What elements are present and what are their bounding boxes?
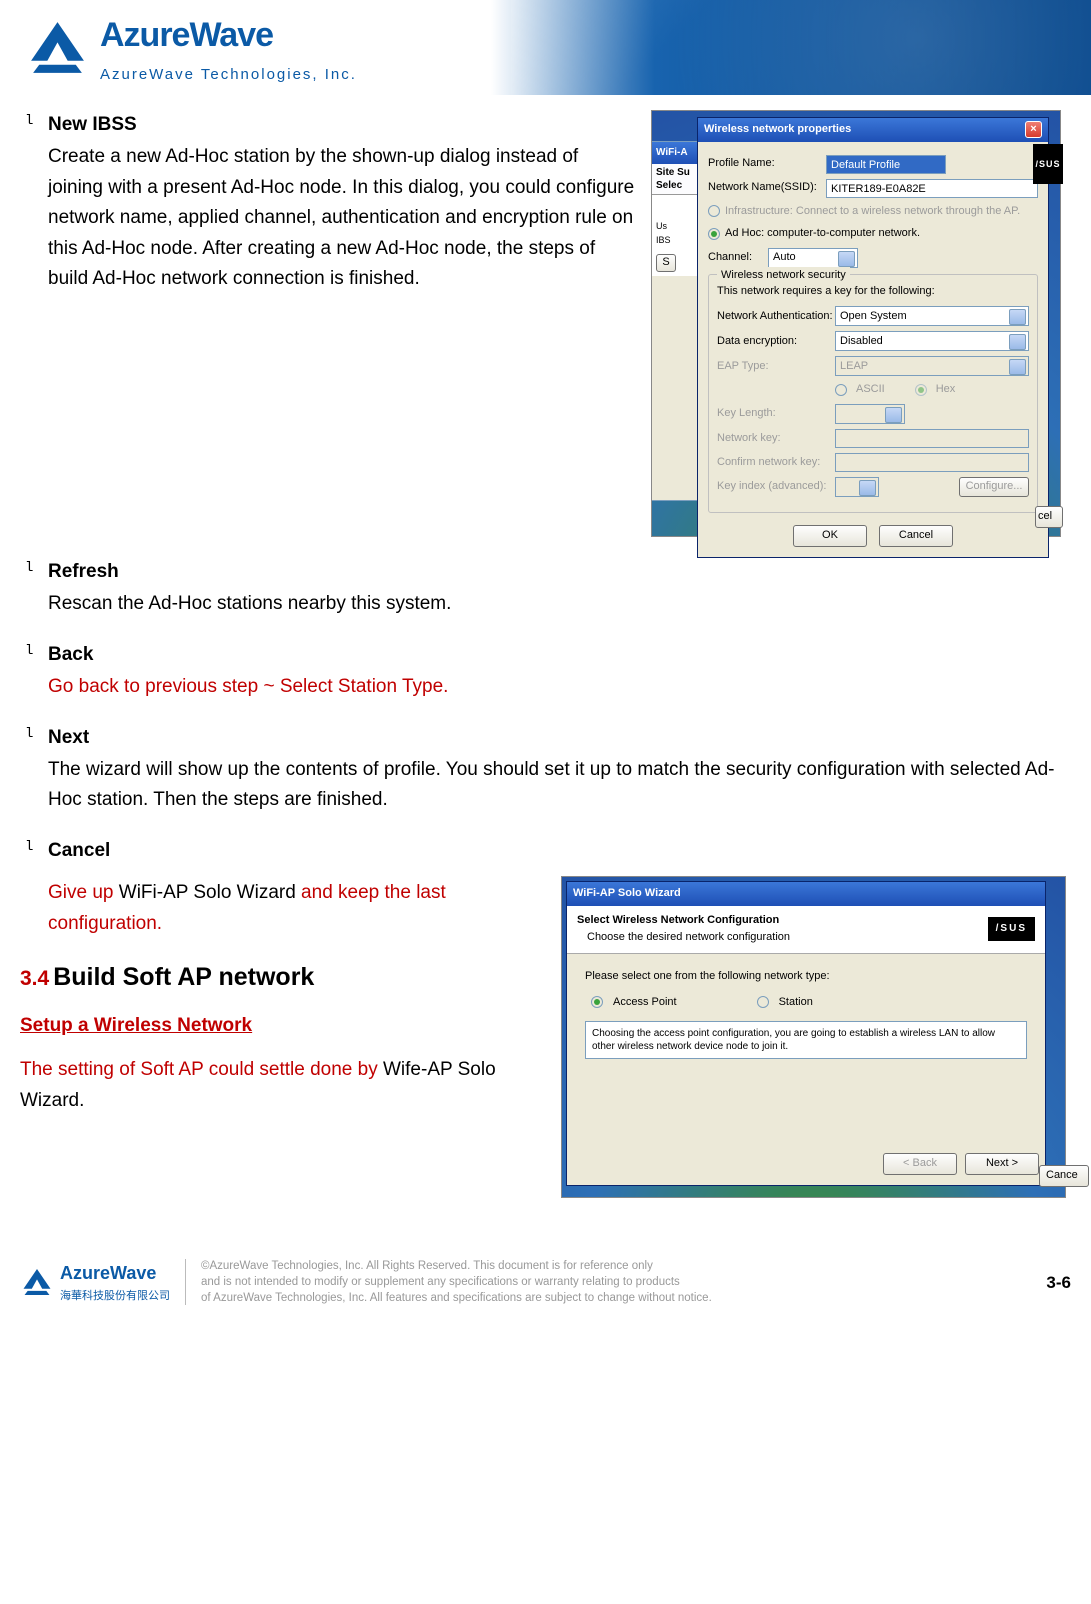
wizard-dialog: WiFi-AP Solo Wizard Select Wireless Netw… (566, 881, 1046, 1186)
header-logo-text: AzureWave AzureWave Technologies, Inc. (100, 8, 357, 86)
option-access-point[interactable]: Access Point (591, 994, 677, 1012)
brand-name: AzureWave (100, 8, 357, 62)
enc-select[interactable]: Disabled (835, 331, 1029, 351)
footer-copyright: ©AzureWave Technologies, Inc. All Rights… (201, 1258, 1031, 1306)
page-content: New IBSS Create a new Ad-Hoc station by … (0, 95, 1091, 1208)
page-footer: AzureWave 海華科技股份有限公司 ©AzureWave Technolo… (0, 1258, 1091, 1311)
item-body: Rescan the Ad-Hoc stations nearby this s… (48, 589, 1071, 619)
item-title: Back (48, 640, 1071, 670)
keylen-select (835, 404, 905, 424)
wizard-header-line1: Select Wireless Network Configuration (577, 912, 790, 930)
brand-subtitle: AzureWave Technologies, Inc. (100, 63, 357, 87)
item-cancel: Cancel (20, 836, 1071, 866)
item-title: New IBSS (48, 110, 636, 140)
ssid-label: Network Name(SSID): (708, 179, 826, 197)
cancel-button[interactable]: Cancel (879, 525, 953, 547)
item-back: Back Go back to previous step ~ Select S… (20, 640, 1071, 703)
dialog-title: Wireless network properties (704, 121, 851, 139)
header-banner: AzureWave AzureWave Technologies, Inc. (0, 0, 1091, 95)
footer-logo: AzureWave 海華科技股份有限公司 (20, 1259, 186, 1305)
infra-radio (708, 205, 720, 217)
enc-label: Data encryption: (717, 333, 835, 351)
auth-label: Network Authentication: (717, 308, 835, 326)
radio-icon (591, 996, 603, 1008)
item-title: Refresh (48, 557, 1071, 587)
close-icon[interactable]: × (1025, 121, 1042, 138)
item-body: Create a new Ad-Hoc station by the shown… (48, 142, 636, 294)
section-heading: 3.4Build Soft AP network (20, 957, 541, 997)
footer-brand-name: AzureWave (60, 1259, 170, 1288)
figure-wizard: WiFi-AP Solo Wizard Select Wireless Netw… (561, 876, 1066, 1198)
wizard-title: WiFi-AP Solo Wizard (567, 882, 1045, 906)
logo-icon (20, 1268, 54, 1296)
item-body: Go back to previous step ~ Select Statio… (48, 672, 1071, 702)
adhoc-label: Ad Hoc: computer-to-computer network. (725, 225, 920, 243)
channel-select[interactable]: Auto (768, 248, 858, 268)
eap-select: LEAP (835, 356, 1029, 376)
item-title: Cancel (48, 836, 1071, 866)
adhoc-radio[interactable] (708, 228, 720, 240)
confkey-input (835, 453, 1029, 472)
hex-radio (915, 384, 927, 396)
item-refresh: Refresh Rescan the Ad-Hoc stations nearb… (20, 557, 1071, 620)
security-group: Wireless network security This network r… (708, 274, 1038, 513)
netkey-input (835, 429, 1029, 448)
radio-icon (757, 996, 769, 1008)
item-body: The wizard will show up the contents of … (48, 755, 1071, 816)
wizard-header-line2: Choose the desired network configuration (587, 929, 790, 947)
keyidx-label: Key index (advanced): (717, 478, 835, 496)
wireless-properties-dialog: Wireless network properties × Profile Na… (697, 117, 1049, 558)
profile-name-label: Profile Name: (708, 155, 826, 173)
channel-label: Channel: (708, 249, 768, 267)
ok-button[interactable]: OK (793, 525, 867, 547)
wizard-prompt: Please select one from the following net… (585, 968, 1027, 986)
ascii-radio (835, 384, 847, 396)
security-desc: This network requires a key for the foll… (717, 283, 1029, 301)
bg-body-btn[interactable]: S (656, 254, 676, 272)
page-number: 3-6 (1046, 1269, 1071, 1296)
asus-logo: /SUS (1033, 144, 1063, 184)
security-group-title: Wireless network security (717, 267, 850, 285)
infra-label: Infrastructure: Connect to a wireless ne… (725, 203, 1020, 221)
keylen-label: Key Length: (717, 405, 835, 423)
asus-logo: /SUS (988, 917, 1035, 941)
footer-brand-sub: 海華科技股份有限公司 (60, 1288, 170, 1306)
eap-label: EAP Type: (717, 358, 835, 376)
confkey-label: Confirm network key: (717, 454, 835, 472)
item-new-ibss: New IBSS Create a new Ad-Hoc station by … (20, 110, 636, 294)
wizard-description: Choosing the access point configuration,… (585, 1021, 1027, 1059)
section-body: The setting of Soft AP could settle done… (20, 1055, 541, 1116)
keyidx-select (835, 477, 879, 497)
figure-wireless-properties: WiFi-A Site Su Selec Us IBS S (651, 110, 1061, 537)
netkey-label: Network key: (717, 430, 835, 448)
cancel-body: Give up WiFi-AP Solo Wizard and keep the… (20, 878, 541, 939)
item-title: Next (48, 723, 1071, 753)
logo-icon (25, 20, 90, 75)
header-logo: AzureWave AzureWave Technologies, Inc. (25, 8, 357, 86)
section-subheading: Setup a Wireless Network (20, 1011, 541, 1041)
item-next: Next The wizard will show up the content… (20, 723, 1071, 816)
profile-name-input[interactable]: Default Profile (826, 155, 946, 174)
configure-button: Configure... (959, 477, 1029, 497)
auth-select[interactable]: Open System (835, 306, 1029, 326)
option-station[interactable]: Station (757, 994, 813, 1012)
next-button[interactable]: Next > (965, 1153, 1039, 1175)
ssid-input[interactable]: KITER189-E0A82E (826, 179, 1038, 198)
cancel-button-fragment[interactable]: Cance (1039, 1165, 1089, 1187)
back-button: < Back (883, 1153, 957, 1175)
outer-cancel-fragment: cel (1035, 506, 1063, 528)
